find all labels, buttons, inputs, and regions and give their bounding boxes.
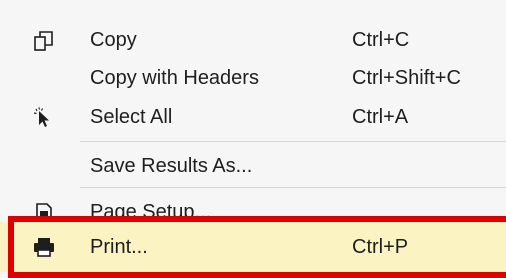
menu-separator	[80, 187, 506, 188]
menu-item-label: Page Setup...	[90, 201, 212, 223]
menu-item-label: Save Results As...	[90, 155, 253, 177]
menu-item-label: Copy	[90, 29, 137, 51]
menu-item-shortcut: Ctrl+A	[352, 106, 409, 128]
menu-item-label: Select All	[90, 106, 173, 128]
menu-item-copy-with-headers[interactable]: Copy with Headers Ctrl+Shift+C	[0, 58, 506, 98]
menu-separator	[80, 141, 506, 142]
page-setup-icon	[33, 202, 55, 224]
menu-item-label: Print...	[90, 236, 148, 258]
copy-icon	[33, 30, 55, 52]
menu-item-copy[interactable]: Copy Ctrl+C	[0, 20, 506, 60]
menu-item-shortcut: Ctrl+Shift+C	[352, 67, 461, 89]
menu-item-label: Copy with Headers	[90, 67, 259, 89]
context-menu: Copy Ctrl+C Copy with Headers Ctrl+Shift…	[0, 0, 506, 278]
menu-item-save-results-as[interactable]: Save Results As...	[0, 146, 506, 186]
menu-item-print[interactable]: Print... Ctrl+P	[0, 222, 506, 272]
menu-item-select-all[interactable]: Select All Ctrl+A	[0, 97, 506, 137]
select-all-icon	[33, 107, 55, 129]
menu-item-shortcut: Ctrl+P	[352, 236, 409, 258]
menu-item-shortcut: Ctrl+C	[352, 29, 410, 51]
printer-icon	[33, 236, 55, 258]
